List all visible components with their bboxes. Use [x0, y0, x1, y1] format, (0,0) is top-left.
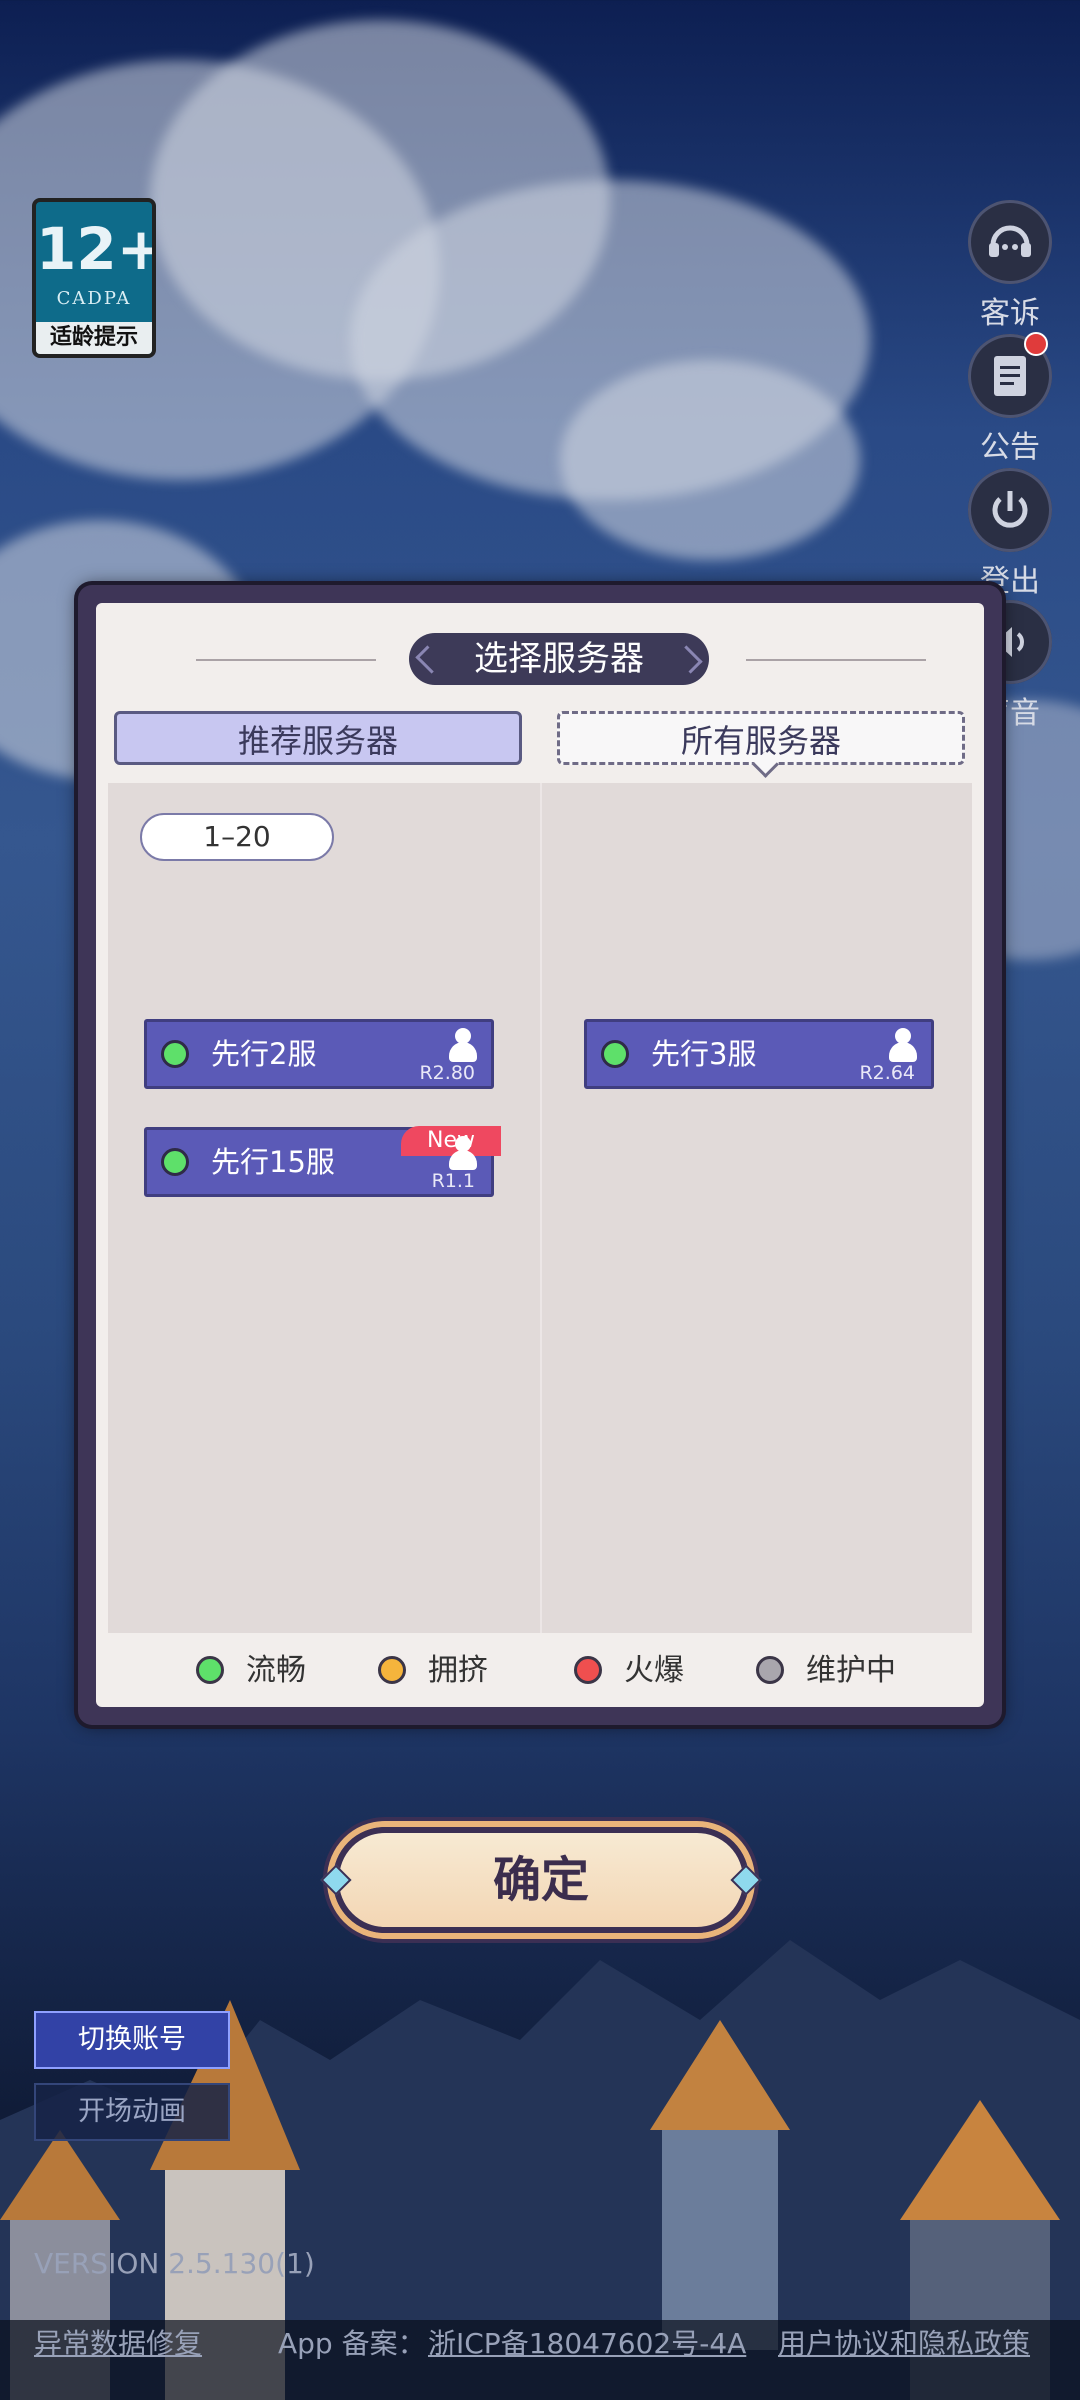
- privacy-policy-link[interactable]: 用户协议和隐私政策: [778, 2322, 1030, 2362]
- version-text: VERSION 2.5.130(1): [34, 2247, 315, 2280]
- headset-icon: [968, 200, 1052, 284]
- legend-item: 拥挤: [378, 1651, 488, 1691]
- legend-label: 流畅: [246, 1653, 306, 1688]
- title-divider-right: [746, 659, 926, 661]
- tab-recommended-servers[interactable]: 推荐服务器: [114, 711, 522, 765]
- age-rating-number: 12+: [36, 215, 156, 283]
- status-smooth-icon: [161, 1148, 189, 1176]
- tab-all-servers[interactable]: 所有服务器: [557, 711, 965, 765]
- character-icon: [887, 1028, 919, 1064]
- server-name: 先行15服: [211, 1145, 335, 1179]
- dialog-panel: 选择服务器 推荐服务器 所有服务器 1–20 先行2服 R2.80 先行3服 R…: [96, 603, 984, 1707]
- server-version: R2.80: [419, 1062, 475, 1084]
- notice-label: 公告: [980, 430, 1040, 465]
- server-version: R2.64: [859, 1062, 915, 1084]
- status-maintenance-icon: [756, 1655, 784, 1684]
- server-item[interactable]: 先行2服 R2.80: [144, 1019, 494, 1089]
- legend-label: 火爆: [624, 1653, 684, 1688]
- dialog-title: 选择服务器: [409, 633, 709, 685]
- server-item[interactable]: 先行15服 New R1.1: [144, 1126, 501, 1197]
- title-divider-left: [196, 659, 376, 661]
- status-crowded-icon: [378, 1655, 406, 1684]
- status-smooth-icon: [161, 1040, 189, 1068]
- age-rating-tip: 适龄提示: [36, 322, 152, 354]
- list-divider: [540, 783, 542, 1633]
- character-icon: [447, 1028, 479, 1064]
- status-hot-icon: [574, 1655, 602, 1684]
- server-list: 1–20 先行2服 R2.80 先行3服 R2.64 先行15服 New R1.…: [108, 783, 972, 1633]
- confirm-button[interactable]: 确定: [320, 1827, 762, 1933]
- server-range-chip[interactable]: 1–20: [140, 813, 334, 861]
- logout-button[interactable]: 登出: [966, 468, 1054, 600]
- age-rating-org: CADPA: [56, 288, 132, 309]
- switch-account-button[interactable]: 切换账号: [34, 2011, 230, 2069]
- notice-badge: [1024, 332, 1048, 356]
- server-select-dialog: 选择服务器 推荐服务器 所有服务器 1–20 先行2服 R2.80 先行3服 R…: [78, 585, 1002, 1725]
- legend-label: 拥挤: [428, 1653, 488, 1688]
- record-label: App 备案：: [278, 2327, 426, 2360]
- age-rating-badge: 12+ CADPA 适龄提示: [32, 198, 156, 358]
- confirm-label: 确定: [492, 1852, 589, 1908]
- legend-item: 流畅: [196, 1651, 306, 1691]
- status-legend: 流畅 拥挤 火爆 维护中: [96, 1643, 984, 1703]
- legend-label: 维护中: [806, 1653, 896, 1688]
- notice-button[interactable]: 公告: [966, 332, 1054, 466]
- data-repair-link[interactable]: 异常数据修复: [34, 2322, 202, 2362]
- character-icon: [447, 1136, 479, 1172]
- server-name: 先行2服: [211, 1037, 317, 1071]
- power-icon: [968, 468, 1052, 552]
- server-name: 先行3服: [651, 1037, 757, 1071]
- legend-item: 维护中: [756, 1651, 896, 1691]
- legend-item: 火爆: [574, 1651, 684, 1691]
- complaint-button[interactable]: 客诉: [966, 200, 1054, 332]
- icp-record-link[interactable]: 浙ICP备18047602号-4A: [428, 2322, 746, 2362]
- server-item[interactable]: 先行3服 R2.64: [584, 1019, 934, 1089]
- status-smooth-icon: [196, 1655, 224, 1684]
- opening-animation-button[interactable]: 开场动画: [34, 2083, 230, 2141]
- server-version: R1.1: [431, 1170, 475, 1192]
- status-smooth-icon: [601, 1040, 629, 1068]
- complaint-label: 客诉: [980, 296, 1040, 331]
